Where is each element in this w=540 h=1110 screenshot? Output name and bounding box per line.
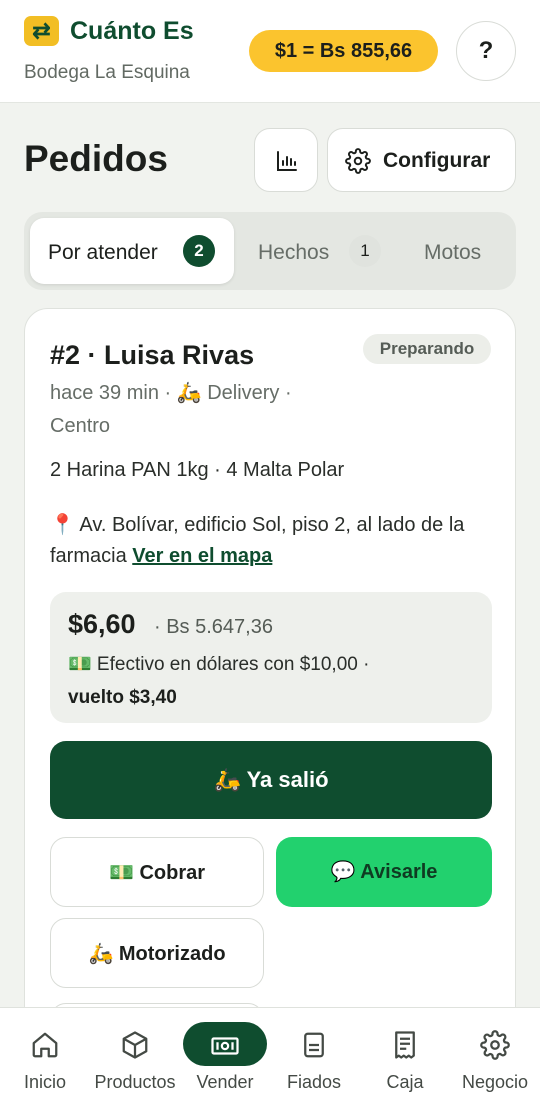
nav-label: Vender — [196, 1072, 254, 1092]
order-tabs: Por atender 2 Hechos 1 Motos — [24, 212, 516, 290]
nav-item-fiados[interactable]: Fiados — [269, 1008, 359, 1110]
tab-count-badge: 2 — [183, 235, 215, 267]
order-title: #2 · Luisa Rivas — [50, 340, 255, 370]
tab-motos[interactable]: Motos — [424, 218, 504, 284]
payment-method-text: 💵 Efectivo en dólares con $10,00 · — [68, 654, 370, 675]
nav-item-productos[interactable]: Productos — [90, 1008, 180, 1110]
nav-label: Productos — [94, 1072, 176, 1092]
receipt-icon — [395, 1031, 415, 1059]
payment-method: 💵 Efectivo en dólares con $10,00 · vuelt… — [68, 648, 468, 714]
map-link[interactable]: Ver en el mapa — [132, 545, 272, 567]
box-icon — [122, 1031, 148, 1059]
gear-icon — [480, 1030, 510, 1060]
dispatched-button[interactable]: 🛵 Ya salió — [50, 741, 492, 819]
nav-label: Fiados — [286, 1072, 342, 1092]
nav-item-vender[interactable]: Vender — [183, 1008, 273, 1110]
status-badge: Preparando — [363, 334, 491, 364]
configure-button[interactable]: Configurar — [327, 128, 516, 192]
stats-button[interactable] — [254, 128, 318, 192]
tab-por-atender[interactable]: Por atender 2 — [30, 218, 234, 284]
tab-hechos[interactable]: Hechos 1 — [258, 218, 393, 284]
nav-item-caja[interactable]: Caja — [360, 1008, 450, 1110]
top-bar: ⇄ Cuánto Es Bodega La Esquina $1 = Bs 85… — [0, 0, 540, 103]
bottom-nav: Inicio Productos Vender Fiados Caja Nego… — [0, 1007, 540, 1110]
cash-icon — [211, 1037, 239, 1055]
total-bs: · Bs 5.647,36 — [154, 616, 273, 638]
delivery-address: 📍 Av. Bolívar, edificio Sol, piso 2, al … — [50, 510, 495, 572]
notify-customer-button[interactable]: 💬 Avisarle — [276, 837, 492, 907]
assign-rider-button[interactable]: 🛵 Motorizado — [50, 918, 264, 988]
exchange-rate-pill[interactable]: $1 = Bs 855,66 — [249, 30, 438, 72]
gear-icon — [345, 148, 371, 174]
tab-count-badge: 1 — [349, 235, 381, 267]
tab-label: Hechos — [258, 241, 330, 264]
total-usd: $6,60 — [68, 609, 136, 639]
configure-label: Configurar — [383, 149, 491, 172]
nav-item-negocio[interactable]: Negocio — [450, 1008, 540, 1110]
help-button[interactable]: ? — [456, 21, 516, 81]
bar-chart-icon — [277, 151, 297, 171]
ledger-icon — [304, 1032, 324, 1058]
charge-button[interactable]: 💵 Cobrar — [50, 837, 264, 907]
change-amount: vuelto $3,40 — [68, 687, 177, 708]
payment-summary: $6,60 · Bs 5.647,36 💵 Efectivo en dólare… — [50, 592, 492, 723]
page-title: Pedidos — [24, 138, 168, 179]
order-meta: hace 39 min · 🛵 Delivery · Centro — [50, 382, 292, 437]
business-name: Bodega La Esquina — [24, 62, 190, 83]
order-items: 2 Harina PAN 1kg · 4 Malta Polar — [50, 459, 345, 481]
nav-label: Negocio — [461, 1072, 529, 1092]
tab-label: Motos — [424, 241, 482, 264]
tab-label: Por atender — [48, 241, 158, 264]
order-card: #2 · Luisa Rivas Preparando hace 39 min … — [24, 308, 516, 1068]
nav-label: Caja — [386, 1072, 424, 1092]
nav-label: Inicio — [23, 1072, 67, 1092]
nav-item-inicio[interactable]: Inicio — [0, 1008, 90, 1110]
exchange-logo-icon: ⇄ — [24, 16, 59, 46]
home-icon — [32, 1032, 58, 1058]
app-name: Cuánto Es — [70, 17, 194, 45]
